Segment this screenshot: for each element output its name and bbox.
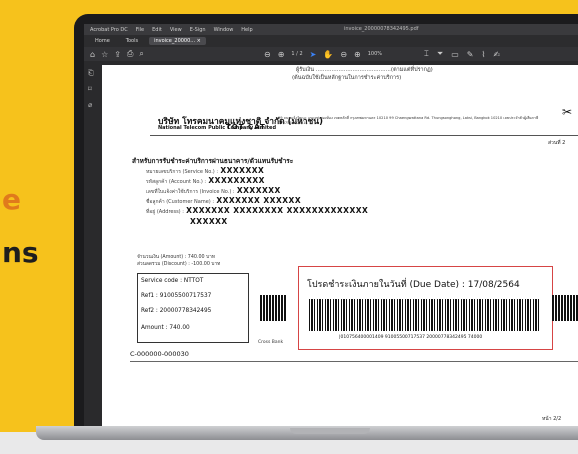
menu-item-window[interactable]: Window [214, 27, 234, 33]
invoice-no-label: เลขที่ใบแจ้งค่าใช้บริการ (Invoice No.) : [146, 189, 235, 195]
company-address: 99 ถนนแจ้งวัฒนะ แขวงทุ่งสองห้อง เขตหลักส… [278, 116, 539, 125]
account-no-label: รหัสลูกค้า (Account No.) : [146, 179, 207, 185]
tab-document[interactable]: invoice_20000... × [149, 37, 206, 45]
cursor-icon[interactable]: ➤ [310, 50, 317, 59]
service-no-row: หมายเลขบริการ (Service No.) : XXXXXXX [146, 166, 264, 176]
search-icon[interactable]: ⌕ [139, 49, 143, 59]
zoom-in-icon[interactable]: ⊕ [354, 50, 361, 59]
tab-tools[interactable]: Tools [121, 37, 143, 45]
pdf-page: ผู้รับเงิน .............................… [102, 65, 578, 426]
menu-item-file[interactable]: File [136, 27, 144, 33]
page-number: หน้า 2/2 [542, 416, 562, 422]
menu-bar: Acrobat Pro DC File Edit View E-Sign Win… [84, 24, 578, 35]
box-amount: Amount : 740.00 [141, 325, 190, 331]
discount-line: ส่วนลดรวม (Discount) : -100.00 บาท [137, 262, 221, 267]
thumbnails-icon[interactable]: ⎗ [88, 69, 94, 78]
cross-bank-label: Cross Bank [258, 340, 284, 345]
laptop-notch [290, 428, 370, 434]
promo-text-fragment-1: e [2, 183, 21, 216]
payment-info-box: Service code : NTTOT Ref1 : 910055007175… [137, 273, 249, 343]
service-no-label: หมายเลขบริการ (Service No.) : [146, 169, 219, 175]
zoom-out-icon[interactable]: ⊖ [340, 50, 347, 59]
menu-item-esign[interactable]: E-Sign [190, 27, 206, 33]
address-value-1: XXXXXXX XXXXXXXX XXXXXXXXXXXXX [186, 206, 369, 215]
invoice-no-row: เลขที่ใบแจ้งค่าใช้บริการ (Invoice No.) :… [146, 186, 281, 196]
service-code: Service code : NTTOT [141, 278, 204, 284]
menu-item-help[interactable]: Help [241, 27, 252, 33]
home-icon[interactable]: ⌂ [90, 50, 95, 59]
tab-home[interactable]: Home [90, 37, 115, 45]
address-row: ที่อยู่ (Address) : XXXXXXX XXXXXXXX XXX… [146, 206, 368, 216]
tab-bar: Home Tools invoice_20000... × [84, 35, 578, 47]
document-id-divider [130, 361, 578, 362]
address-row-2: XXXXXX [190, 217, 228, 226]
left-sidebar: ⎗ ⌑ ⌀ [84, 61, 98, 426]
due-date-text: โปรดชำระเงินภายในวันที่ (Due Date) : 17/… [307, 280, 520, 290]
payment-barcode [309, 299, 539, 331]
print-icon[interactable]: ⎙ [127, 49, 133, 59]
page-nav: ⊖ ⊕ 1 / 2 ➤ ✋ ⊖ ⊕ 100% [264, 47, 382, 61]
due-date-box: โปรดชำระเงินภายในวันที่ (Due Date) : 17/… [298, 266, 553, 350]
next-page-icon[interactable]: ⊕ [278, 50, 285, 59]
company-logo: TOT CAT [226, 123, 266, 131]
filter-icon[interactable]: ⏷ [437, 49, 443, 59]
original-note: (ต้นฉบับใช้เป็นหลักฐานในการชำระค่าบริการ… [292, 75, 402, 81]
barcode-number: |010756400001409 91005500717537 20000778… [339, 335, 483, 340]
address-value-2: XXXXXX [190, 217, 228, 226]
address-label: ที่อยู่ (Address) : [146, 209, 184, 215]
account-no-value: XXXXXXXXX [208, 176, 265, 185]
document-id: C-000000-000030 [130, 350, 189, 358]
header-divider [150, 135, 578, 136]
ref2: Ref2 : 20000778342495 [141, 308, 212, 314]
promo-text-fragment-2: ns [2, 236, 39, 269]
pen-icon[interactable]: ✎ [467, 50, 474, 59]
sign-icon[interactable]: ✍ [493, 50, 500, 59]
document-title: สำหรับการรับชำระค่าบริการผ่านธนาคาร/ตัวแ… [132, 157, 294, 165]
page-indicator[interactable]: 1 / 2 [291, 51, 302, 57]
ref1: Ref1 : 91005500717537 [141, 293, 212, 299]
receiver-line: ผู้รับเงิน .............................… [296, 67, 433, 73]
app-window: Acrobat Pro DC File Edit View E-Sign Win… [84, 24, 578, 426]
customer-label: ชื่อลูกค้า (Customer Name) : [146, 199, 215, 205]
comment-icon[interactable]: ▭ [451, 50, 459, 59]
account-no-row: รหัสลูกค้า (Account No.) : XXXXXXXXX [146, 176, 265, 186]
service-no-value: XXXXXXX [220, 166, 265, 175]
star-icon[interactable]: ☆ [101, 50, 108, 59]
toolbar: ⌂ ☆ ⇪ ⎙ ⌕ ⊖ ⊕ 1 / 2 ➤ ✋ ⊖ ⊕ 100% ⌶ ⏷ ▭ ✎… [84, 47, 578, 61]
qr-code-left [260, 295, 286, 321]
part-label: ส่วนที่ 2 [548, 140, 566, 146]
upload-icon[interactable]: ⇪ [114, 50, 121, 59]
hand-icon[interactable]: ✋ [323, 50, 333, 59]
bookmark-icon[interactable]: ⌑ [88, 85, 92, 93]
highlight-icon[interactable]: ⌇ [481, 50, 485, 59]
prev-page-icon[interactable]: ⊖ [264, 50, 271, 59]
qr-code-right [552, 295, 578, 321]
customer-value: XXXXXXX XXXXXX [216, 196, 302, 205]
zoom-level[interactable]: 100% [368, 51, 382, 57]
attachment-icon[interactable]: ⌀ [88, 101, 92, 109]
menu-item-view[interactable]: View [170, 27, 182, 33]
select-text-icon[interactable]: ⌶ [424, 49, 429, 59]
invoice-no-value: XXXXXXX [236, 186, 281, 195]
annotation-tools: ⌶ ⏷ ▭ ✎ ⌇ ✍ [424, 47, 500, 61]
menu-item-edit[interactable]: Edit [152, 27, 162, 33]
customer-row: ชื่อลูกค้า (Customer Name) : XXXXXXX XXX… [146, 196, 301, 206]
window-title: invoice_20000078342495.pdf [344, 26, 419, 32]
scissors-icon: ✂ [562, 105, 573, 119]
menu-item-app[interactable]: Acrobat Pro DC [90, 27, 128, 33]
